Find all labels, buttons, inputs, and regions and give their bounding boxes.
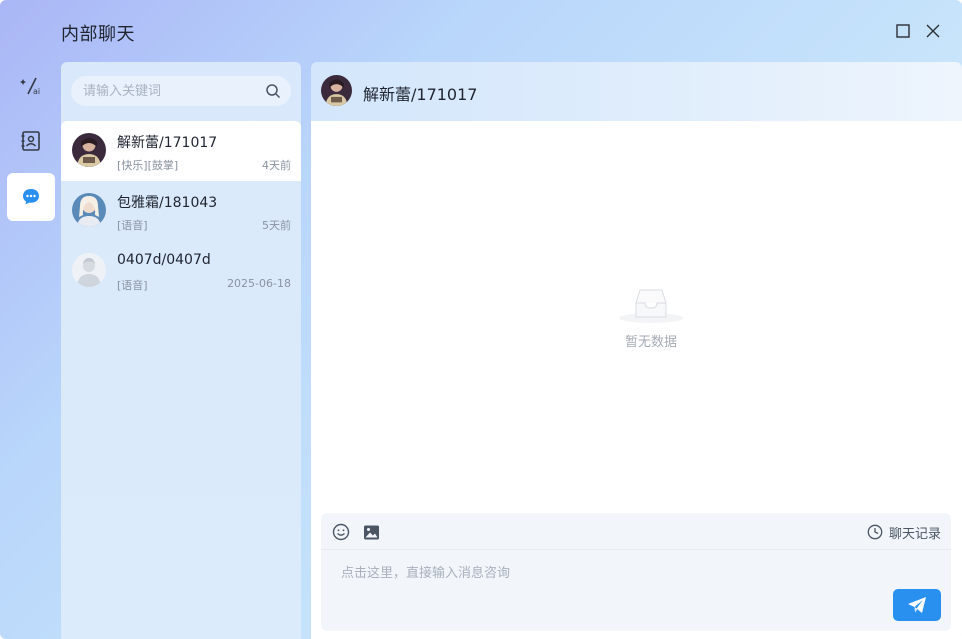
maximize-button[interactable]	[894, 22, 912, 40]
rail-item-chat[interactable]	[7, 173, 55, 221]
emoji-button[interactable]	[331, 522, 351, 542]
conversation-preview: [快乐][鼓掌]	[117, 159, 179, 172]
x-icon	[926, 24, 940, 38]
window-title: 内部聊天	[61, 24, 135, 45]
conversation-panel: 解新蕾/171017 [快乐][鼓掌] 4天前 包雅霜/181043 [语音] …	[61, 62, 301, 639]
svg-text:ai: ai	[33, 87, 40, 96]
conversation-item[interactable]: 0407d/0407d [语音] 2025-06-18	[61, 241, 301, 301]
avatar	[72, 133, 106, 167]
conversation-time: 2025-06-18	[227, 277, 291, 290]
rail-item-contacts[interactable]	[7, 117, 55, 165]
chat-window: 内部聊天 ai 请输入关键词 解新蕾/171017 [快乐][鼓掌] 4天前 包…	[0, 0, 962, 639]
message-composer: 聊天记录	[321, 513, 951, 631]
avatar	[72, 193, 106, 227]
image-icon	[363, 525, 379, 539]
avatar	[72, 253, 106, 287]
search-input[interactable]	[83, 76, 253, 106]
title-bar: 内部聊天	[0, 0, 962, 62]
close-button[interactable]	[924, 22, 942, 40]
ai-sparkle-icon: ai	[20, 77, 40, 96]
chat-history-button[interactable]: 聊天记录	[867, 522, 941, 542]
chat-bubble-icon	[23, 189, 39, 205]
left-rail: ai	[0, 62, 61, 639]
message-input[interactable]	[341, 562, 861, 602]
conversation-item[interactable]: 包雅霜/181043 [语音] 5天前	[61, 181, 301, 241]
conversation-name: 包雅霜/181043	[117, 195, 218, 211]
smiley-icon	[332, 523, 350, 541]
paper-plane-icon	[908, 597, 926, 613]
conversation-preview: [语音]	[117, 279, 148, 292]
search-box	[71, 76, 291, 106]
composer-toolbar: 聊天记录	[321, 513, 951, 550]
chat-history-label: 聊天记录	[888, 526, 941, 542]
message-area: 暂无数据 聊天记录 点击这里，直接输入消息咨询	[311, 121, 962, 639]
conversation-item[interactable]: 解新蕾/171017 [快乐][鼓掌] 4天前	[61, 121, 301, 181]
conversation-name: 0407d/0407d	[117, 252, 211, 268]
empty-state-label: 暂无数据	[624, 335, 677, 350]
contact-card-icon	[21, 131, 40, 151]
image-button[interactable]	[361, 522, 381, 542]
empty-state: 暂无数据	[610, 281, 692, 350]
conversation-name: 解新蕾/171017	[117, 135, 218, 151]
chat-contact-name: 解新蕾/171017	[363, 85, 478, 104]
search-icon[interactable]	[265, 83, 281, 99]
conversation-list: 解新蕾/171017 [快乐][鼓掌] 4天前 包雅霜/181043 [语音] …	[61, 121, 301, 301]
conversation-preview: [语音]	[117, 219, 148, 232]
send-button[interactable]	[893, 589, 941, 621]
empty-inbox-icon	[619, 289, 683, 323]
clock-icon	[867, 524, 883, 540]
avatar	[321, 75, 352, 106]
chat-header: 解新蕾/171017	[311, 62, 962, 121]
square-icon	[896, 24, 910, 38]
conversation-time: 5天前	[262, 219, 291, 232]
rail-item-ai[interactable]: ai	[7, 62, 55, 110]
conversation-time: 4天前	[262, 159, 291, 172]
